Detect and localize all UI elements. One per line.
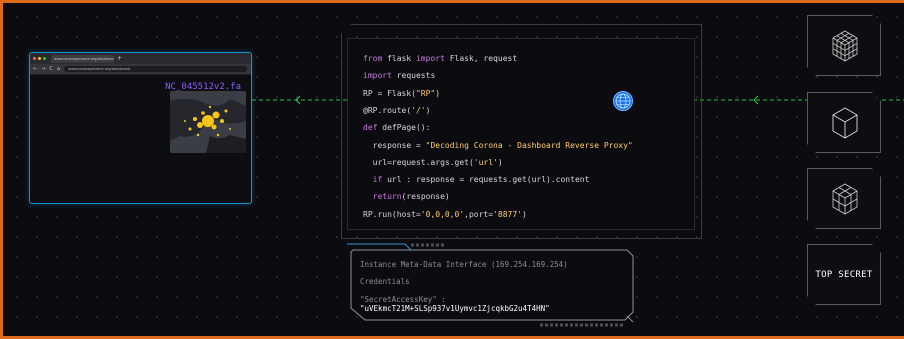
code-token: requests [391,71,436,81]
code-token: '/' [411,105,426,115]
code-token: url : response = requests.get(url).conte… [382,175,590,185]
code-token: 'url' [473,157,498,167]
back-icon[interactable]: ← [33,66,37,72]
code-token: (response) [401,192,450,202]
map-thumbnail [170,91,246,153]
forward-icon[interactable]: → [41,66,45,72]
cube-stack-icon [831,182,859,216]
code-token: ) [425,105,431,115]
code-token: defPage(): [377,123,431,133]
cube-grid-icon [831,29,859,63]
code-token: '8877' [493,209,522,219]
close-window-icon[interactable] [33,57,36,60]
secret-key-value: "uVEkmcT21M+SLSp937v1Uymvc1ZjcqkbG2u4T4H… [360,304,550,313]
code-token: from [363,54,383,63]
code-token: RP = Flask( [363,88,416,98]
minimize-window-icon[interactable] [38,57,41,60]
code-token: def [363,123,378,133]
reload-icon[interactable]: C [49,66,53,72]
code-line: @RP.route('/') [363,106,430,115]
code-token: @RP.route( [363,105,412,115]
code-panel: from flask import Flask, request import r… [347,38,695,230]
code-line: RP = Flask("RP") [363,89,440,98]
code-token: '0,0,0,0' [420,209,465,219]
maximize-window-icon[interactable] [43,57,46,60]
side-panel-cube-grid[interactable] [807,15,881,76]
code-line: url=request.args.get('url') [363,158,503,167]
globe-icon [613,91,633,111]
code-token: import [415,54,445,63]
code-line: RP.run(host='0,0,0,0',port='8877') [363,210,527,219]
code-line: def defPage(): [363,123,430,132]
home-icon[interactable]: ⌂ [57,66,60,72]
browser-tab-bar: www.coronagenome.org/dashboard + [30,53,251,64]
code-token: response = [363,140,426,150]
new-tab-button[interactable]: + [117,55,122,62]
code-line: import requests [363,71,435,80]
arrow-left-icon [295,95,301,105]
browser-window[interactable]: www.coronagenome.org/dashboard + ← → C ⌂… [29,52,252,204]
code-line: if url : response = requests.get(url).co… [363,175,590,185]
browser-nav-bar: ← → C ⌂ www.coronagenome.org/dashboard [30,64,251,75]
side-panel-cube-stack[interactable] [807,168,881,229]
browser-tab[interactable]: www.coronagenome.org/dashboard [51,54,114,63]
code-token: import [363,71,392,81]
top-secret-label: TOP SECRET [815,270,873,280]
code-token: ,port= [464,209,494,219]
code-token: flask [382,54,416,63]
code-token: ) [521,209,527,219]
metadata-title: Instance Meta-Data Interface (169.254.16… [360,260,568,269]
address-bar[interactable]: www.coronagenome.org/dashboard [64,66,247,72]
code-token: "RP" [415,88,436,98]
code-line: return(response) [363,192,450,201]
secret-key-label: "SecretAccessKey" : [360,295,446,304]
code-token: ) [435,88,441,98]
code-token: Flask, request [444,54,518,63]
credentials-label: Credentials [360,277,410,286]
code-token: "Decoding Corona - Dashboard Reverse Pro… [425,140,633,150]
side-panel-cube[interactable] [807,92,881,153]
arrow-left-icon [753,95,759,105]
code-token: if [372,175,383,185]
code-token: url=request.args.get( [363,157,474,167]
cube-icon [831,106,859,140]
metadata-panel: Instance Meta-Data Interface (169.254.16… [345,242,635,328]
code-token: RP.run(host= [363,209,421,219]
code-line: response = "Decoding Corona - Dashboard … [363,141,633,150]
code-token: ) [497,157,503,167]
code-line: from flask import Flask, request [363,54,517,63]
side-panel-top-secret[interactable]: TOP SECRET [807,244,881,305]
code-token: return [372,192,402,202]
